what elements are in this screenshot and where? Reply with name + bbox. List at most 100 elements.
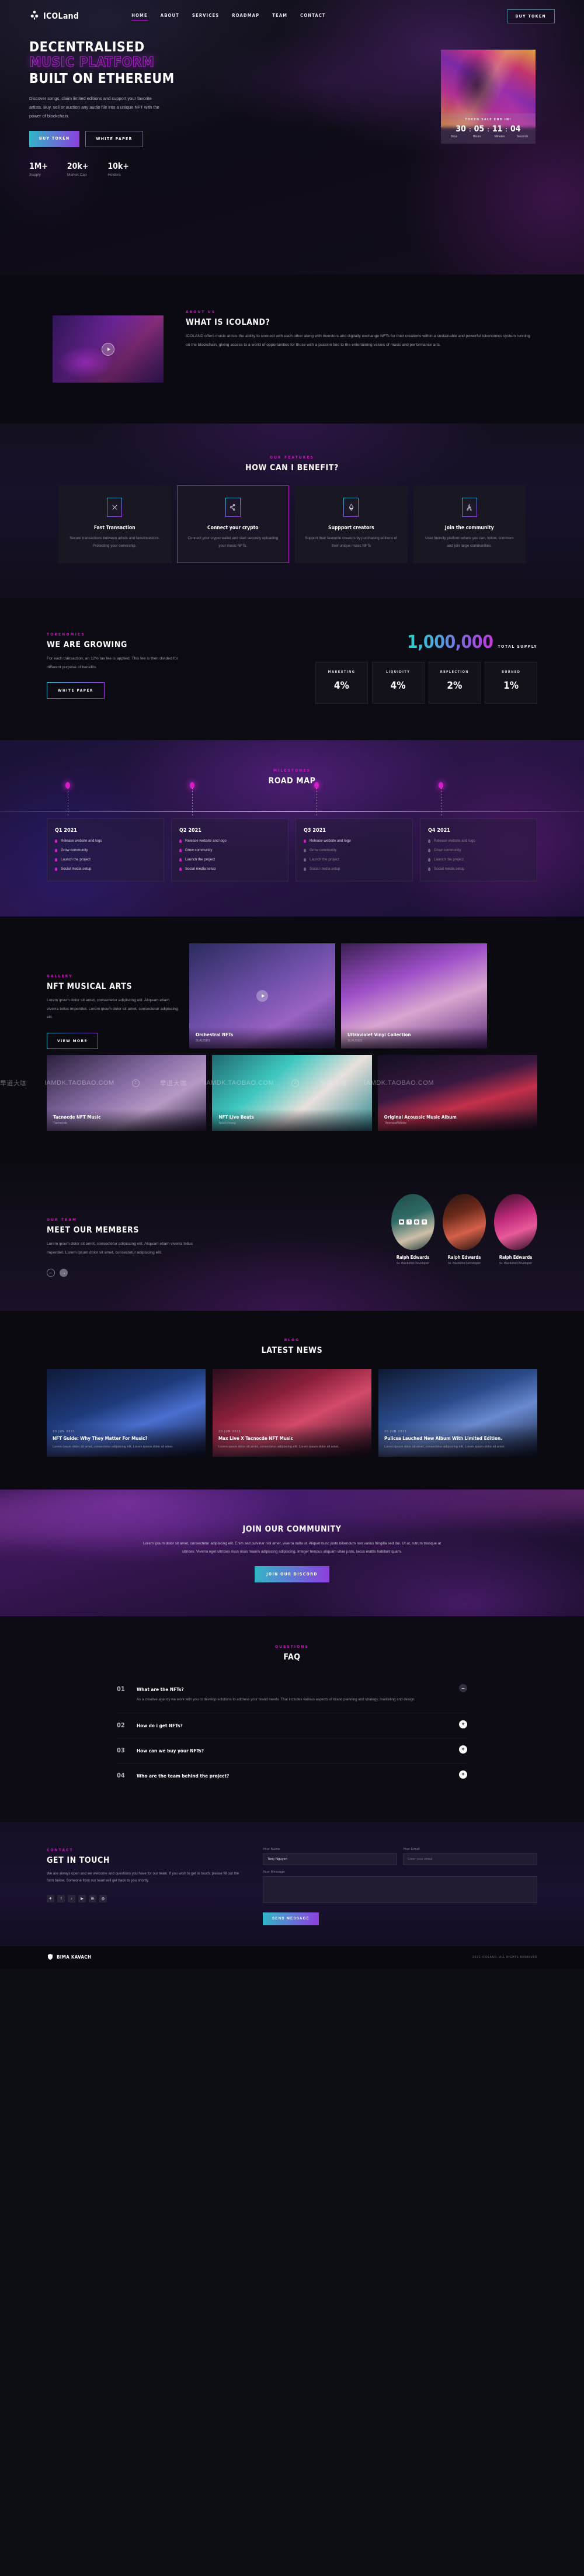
faq-eyebrow: QUESTIONS: [275, 1644, 309, 1650]
roadmap-item: Launch the project: [304, 857, 405, 862]
nav-link-services[interactable]: SERVICES: [192, 13, 219, 20]
view-more-button[interactable]: VIEW MORE: [47, 1033, 98, 1050]
roadmap-item-text: Social media setup: [61, 867, 92, 872]
about-section: ABOUT US WHAT IS ICOLAND? ICOLAND offers…: [0, 275, 584, 423]
roadmap-section: MILESTONES ROAD MAP Q1 2021 Release webs…: [0, 740, 584, 916]
tiktok-icon[interactable]: ♪: [68, 1895, 75, 1903]
name-field[interactable]: [263, 1853, 397, 1865]
tokenomics-white-paper-button[interactable]: WHITE PAPER: [47, 682, 105, 699]
linkedin-icon[interactable]: in: [399, 1219, 404, 1225]
play-icon[interactable]: [102, 342, 114, 356]
team-member: Ralph Edwards Sr. Backend Developer: [443, 1194, 486, 1265]
about-eyebrow: ABOUT US: [186, 310, 216, 314]
tokenomics-value: 4%: [333, 680, 349, 692]
footer-logo[interactable]: BIMA KAVACH: [47, 1953, 91, 1961]
feature-card-join-community[interactable]: Join the community User friendly platfor…: [413, 485, 526, 564]
name-field-label: Your Name: [263, 1847, 280, 1851]
whatsapp-icon[interactable]: ℗: [422, 1219, 427, 1225]
roadmap-item: Launch the project: [55, 857, 156, 862]
tokenomics-key: BURNED: [501, 671, 521, 675]
faq-expand-icon[interactable]: +: [459, 1720, 467, 1728]
nav-link-roadmap[interactable]: ROADMAP: [232, 13, 259, 20]
team-prev-button[interactable]: ←: [47, 1269, 55, 1277]
roadmap-item-text: Social media setup: [434, 867, 465, 872]
stat-holders-value: 10k+: [107, 162, 129, 171]
telegram-icon[interactable]: ✈: [47, 1895, 54, 1903]
bullet-icon: [179, 848, 182, 852]
news-eyebrow: BLOG: [284, 1338, 300, 1343]
roadmap-item-text: Launch the project: [61, 857, 91, 862]
feature-title: Suppport creators: [328, 525, 374, 531]
facebook-icon[interactable]: f: [57, 1895, 65, 1903]
hero-section: ICOLand HOME ABOUT SERVICES ROADMAP TEAM…: [0, 0, 584, 275]
news-card[interactable]: 20 JUN 2021 Pulicsa Lauched New Album Wi…: [378, 1369, 537, 1457]
facebook-icon[interactable]: f: [406, 1219, 412, 1225]
hero-white-paper-button[interactable]: WHITE PAPER: [85, 131, 143, 147]
faq-expand-icon[interactable]: +: [459, 1745, 467, 1754]
gallery-card-orchestral[interactable]: Orchestral NFTs 3LAUSES: [189, 943, 335, 1049]
faq-answer: As a creative agency we work with you to…: [137, 1697, 416, 1702]
roadmap-item-text: Grow community: [434, 848, 461, 853]
faq-item[interactable]: 04 Who are the team behind the project? …: [117, 1763, 467, 1788]
contact-section: CONTACT GET IN TOUCH We are always open …: [0, 1821, 584, 1945]
hero-buy-token-button[interactable]: BUY TOKEN: [29, 131, 80, 147]
instagram-icon[interactable]: ◎: [414, 1219, 419, 1225]
roadmap-quarter-q2: Q2 2021 Release website and logo Grow co…: [171, 782, 288, 882]
avatar: in f ◎ ℗: [391, 1194, 434, 1251]
news-excerpt: Lorem ipsum dolor sit amet, consectetur …: [384, 1445, 505, 1449]
faq-item[interactable]: 02 How do i get NFTs? +: [117, 1713, 467, 1738]
youtube-icon[interactable]: ▶: [78, 1895, 86, 1903]
contact-form: Your Name Your Email Your Message SEND M…: [263, 1848, 537, 1925]
milestone-stem: [440, 788, 442, 817]
send-message-button[interactable]: SEND MESSAGE: [263, 1912, 319, 1925]
bullet-icon: [304, 839, 306, 843]
about-video-thumbnail[interactable]: [53, 315, 164, 383]
footer-copyright: 2021 ICOLAND. ALL RIGHTS RESERVED: [472, 1955, 537, 1959]
email-field[interactable]: [403, 1853, 537, 1865]
gallery-card-title: Orchestral NFTs: [196, 1032, 234, 1038]
gallery-card-tacnocde[interactable]: Tacnocde NFT Music Tacnocde: [47, 1055, 207, 1131]
message-field[interactable]: [263, 1876, 537, 1903]
feature-card-support-creators[interactable]: Suppport creators Support their favourit…: [295, 485, 408, 564]
gallery-card-live-beats[interactable]: NFT Live Beats NickkYoung: [212, 1055, 372, 1131]
play-icon[interactable]: [256, 990, 268, 1002]
news-card[interactable]: 20 JUN 2021 Max Live X Tacnocde NFT Musi…: [213, 1369, 371, 1457]
faq-question: How do i get NFTs?: [137, 1722, 183, 1728]
brand-logo[interactable]: ICOLand: [29, 10, 79, 23]
roadmap-item-text: Launch the project: [185, 857, 215, 862]
hero-title-line2: MUSIC PLATFORM: [29, 55, 155, 71]
gallery-card-ultraviolet[interactable]: Ultraviolet Vinyl Collection 3LAUSES: [341, 943, 487, 1049]
tokenomics-card-burned: BURNED 1%: [485, 662, 537, 704]
faq-item[interactable]: 03 How can we buy your NFTs? +: [117, 1738, 467, 1763]
member-socials: in f ◎ ℗: [399, 1219, 427, 1225]
page-footer: BIMA KAVACH 2021 ICOLAND. ALL RIGHTS RES…: [0, 1945, 584, 1969]
faq-expand-icon[interactable]: +: [459, 1770, 467, 1779]
bullet-icon: [179, 857, 182, 862]
news-card[interactable]: 20 JUN 2021 NFT Guide: Why They Matter F…: [47, 1369, 206, 1457]
bullet-icon: [55, 857, 57, 862]
faq-title: FAQ: [283, 1652, 301, 1662]
feature-card-fast-transaction[interactable]: Fast Transaction Secure transactions bet…: [58, 485, 171, 564]
team-next-button[interactable]: →: [60, 1269, 68, 1277]
community-section: JOIN OUR COMMUNITY Lorem ipsum dolor sit…: [0, 1490, 584, 1616]
news-excerpt: Lorem ipsum dolor sit amet, consectetur …: [218, 1445, 339, 1449]
gallery-paragraph: Lorem ipsum dolor sit amet, consectetur …: [47, 998, 178, 1020]
team-member: in f ◎ ℗ Ralph Edwards Sr. Backend Devel…: [391, 1194, 434, 1265]
nav-link-home[interactable]: HOME: [131, 13, 148, 20]
roadmap-item: Grow community: [55, 848, 156, 852]
bullet-icon: [428, 839, 430, 843]
nav-link-about[interactable]: ABOUT: [161, 13, 179, 20]
gallery-card-acoustic[interactable]: Original Acoussic Music Album ThomasWWot…: [377, 1055, 537, 1131]
buy-token-button[interactable]: BUY TOKEN: [506, 9, 555, 23]
linkedin-icon[interactable]: in: [89, 1895, 96, 1903]
tokenomics-value: 4%: [390, 680, 406, 692]
instagram-icon[interactable]: ◎: [99, 1895, 107, 1903]
join-discord-button[interactable]: JOIN OUR DISCORD: [255, 1566, 329, 1583]
nav-link-contact[interactable]: CONTACT: [300, 13, 326, 20]
bullet-icon: [179, 839, 182, 843]
faq-item[interactable]: 01 What are the NFTs? As a creative agen…: [117, 1677, 467, 1713]
feature-card-connect-crypto[interactable]: Connect your crypto Connect your crypto …: [176, 485, 289, 564]
roadmap-item: Grow community: [428, 848, 529, 852]
nav-link-team[interactable]: TEAM: [272, 13, 287, 20]
shield-icon: [47, 1953, 54, 1961]
